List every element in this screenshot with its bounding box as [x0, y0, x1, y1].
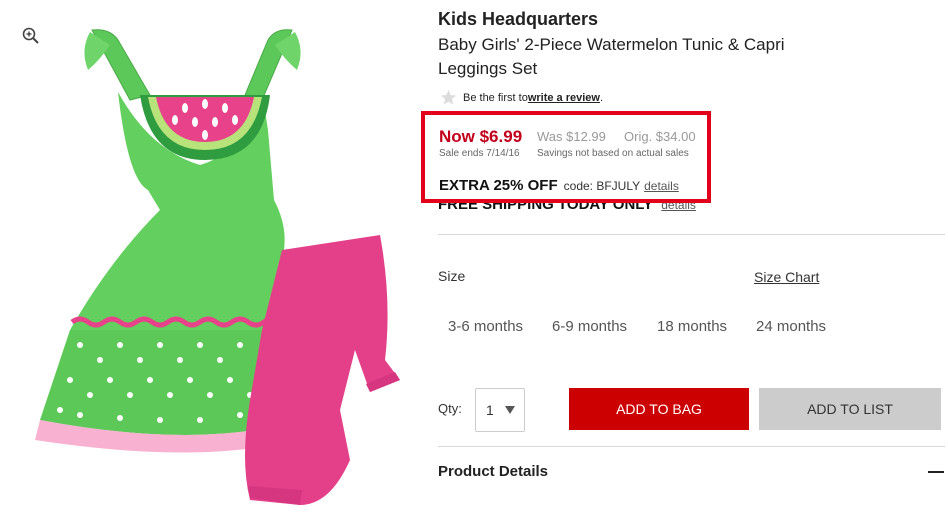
size-chart-link[interactable]: Size Chart — [754, 269, 819, 285]
extra-off-label: EXTRA 25% OFF — [439, 177, 558, 194]
divider — [438, 446, 945, 447]
review-suffix: . — [599, 91, 604, 104]
extra-offer: EXTRA 25% OFF code: BFJULY details — [439, 177, 679, 194]
size-option-24-months[interactable]: 24 months — [756, 318, 826, 335]
quantity-value: 1 — [486, 402, 494, 418]
brand-name[interactable]: Kids Headquarters — [438, 9, 598, 30]
size-option-18-months[interactable]: 18 months — [657, 318, 727, 335]
review-prefix: Be the first to — [463, 91, 528, 104]
add-to-list-button[interactable]: ADD TO LIST — [759, 388, 941, 430]
zoom-in-icon[interactable] — [21, 26, 41, 46]
size-option-6-9-months[interactable]: 6-9 months — [552, 318, 627, 335]
orig-price: Orig. $34.00 — [624, 129, 696, 144]
sale-ends: Sale ends 7/14/16 — [439, 148, 520, 159]
product-info: Kids Headquarters Baby Girls' 2-Piece Wa… — [421, 0, 948, 512]
price-highlight-box: Now $6.99 Was $12.99 Orig. $34.00 Sale e… — [421, 111, 711, 203]
product-title: Baby Girls' 2-Piece Watermelon Tunic & C… — [438, 35, 785, 78]
review-prompt: Be the first to write a review . — [440, 89, 603, 106]
star-icon — [440, 89, 457, 105]
promo-code: code: BFJULY — [563, 179, 641, 193]
savings-note: Savings not based on actual sales — [537, 148, 689, 159]
chevron-down-icon — [505, 406, 515, 414]
offer-details-link[interactable]: details — [644, 179, 679, 193]
was-price: Was $12.99 — [537, 129, 606, 144]
product-details-heading[interactable]: Product Details — [438, 463, 548, 480]
divider — [438, 234, 945, 235]
size-option-3-6-months[interactable]: 3-6 months — [448, 318, 523, 335]
write-review-link[interactable]: write a review — [528, 92, 600, 104]
product-photo — [35, 29, 400, 505]
minus-icon[interactable] — [928, 471, 944, 473]
quantity-select[interactable]: 1 — [475, 388, 525, 432]
now-price: Now $6.99 — [439, 127, 523, 146]
product-image[interactable] — [0, 0, 420, 512]
add-to-bag-button[interactable]: ADD TO BAG — [569, 388, 749, 430]
size-label: Size — [438, 268, 466, 284]
quantity-label: Qty: — [438, 401, 462, 416]
